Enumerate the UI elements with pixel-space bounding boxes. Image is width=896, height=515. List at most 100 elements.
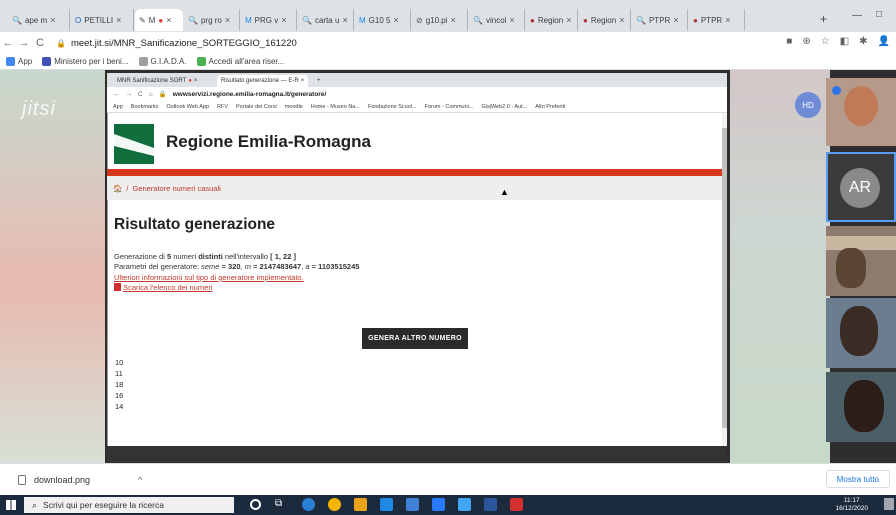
close-tab-icon[interactable]: ×: [509, 15, 514, 25]
cortana-icon[interactable]: [250, 499, 261, 510]
task-view-icon[interactable]: ⧉: [275, 498, 288, 511]
notification-icon[interactable]: [884, 498, 894, 510]
inner-new-tab-button[interactable]: +: [313, 75, 325, 87]
outer-tab[interactable]: M G10 5 ×: [355, 9, 411, 31]
zoom-icon[interactable]: ⊕: [802, 36, 810, 47]
outlook-icon[interactable]: [458, 498, 471, 511]
acrobat-icon[interactable]: [510, 498, 523, 511]
inner-bookmark-item[interactable]: moodle: [285, 104, 303, 110]
info-link[interactable]: Ulteriori informazioni sul tipo di gener…: [114, 273, 304, 282]
site-title[interactable]: Regione Emilia-Romagna: [166, 132, 371, 152]
windows-start-icon[interactable]: [6, 500, 16, 510]
inner-bookmark-item[interactable]: GisjWeb2.0 - Aut...: [481, 104, 527, 110]
mail-icon[interactable]: [432, 498, 445, 511]
participant-thumbnail[interactable]: [826, 78, 896, 146]
tab-label: vincol: [485, 15, 507, 25]
inner-bookmark-item[interactable]: Home - Museo Na...: [311, 104, 360, 110]
store-icon[interactable]: [406, 498, 419, 511]
scrollbar-thumb[interactable]: [722, 128, 727, 428]
close-tab-icon[interactable]: ×: [225, 15, 230, 25]
home-icon[interactable]: 🏠: [113, 184, 122, 193]
inner-bookmark-item[interactable]: Outlook Web App: [166, 104, 209, 110]
hd-quality-badge[interactable]: HD: [795, 92, 821, 118]
close-tab-icon[interactable]: ×: [116, 15, 121, 25]
inner-bookmark-item[interactable]: Forum - Communi...: [425, 104, 474, 110]
tab-label: ape m: [24, 15, 48, 25]
outer-tab[interactable]: O PETILLI ×: [71, 9, 134, 31]
new-tab-button[interactable]: +: [820, 12, 827, 26]
lock-icon: 🔒: [158, 91, 167, 98]
minimize-button[interactable]: —: [852, 10, 862, 21]
outer-tab[interactable]: ● Region ×: [526, 9, 578, 31]
breadcrumb-link[interactable]: Generatore numeri casuali: [132, 184, 220, 193]
close-tab-icon[interactable]: ×: [50, 15, 55, 25]
edge-icon[interactable]: [302, 498, 315, 511]
outer-tab-active[interactable]: ✎ M ● ×: [135, 9, 183, 31]
close-tab-icon[interactable]: ×: [451, 15, 456, 25]
participant-thumbnail[interactable]: [826, 372, 896, 442]
close-tab-icon[interactable]: ×: [342, 15, 347, 25]
chevron-up-icon[interactable]: ^: [138, 475, 142, 485]
outer-tab[interactable]: ● Region ×: [579, 9, 631, 31]
reload-icon[interactable]: C: [138, 91, 143, 98]
file-explorer-icon[interactable]: [354, 498, 367, 511]
breadcrumb: 🏠 / Generatore numeri casuali: [107, 176, 722, 200]
outer-tab[interactable]: M PRG v ×: [241, 9, 297, 31]
maximize-button[interactable]: □: [876, 9, 882, 20]
show-all-button[interactable]: Mostra tutto: [825, 470, 890, 488]
taskbar-search[interactable]: ⌕ Scrivi qui per eseguire la ricerca: [24, 497, 234, 513]
inner-bookmark-item[interactable]: App: [113, 104, 123, 110]
close-tab-icon[interactable]: ×: [725, 15, 730, 25]
close-tab-icon[interactable]: ×: [166, 15, 171, 25]
forward-icon[interactable]: →: [126, 91, 133, 98]
outer-tab[interactable]: ⊘ g10.pi ×: [412, 9, 468, 31]
outer-url-field[interactable]: 🔒 meet.jit.si/MNR_Sanificazione_SORTEGGI…: [56, 38, 297, 49]
tab-favicon-icon: ●: [693, 15, 698, 25]
close-tab-icon[interactable]: ×: [566, 15, 571, 25]
bookmark-item[interactable]: Ministero per i beni...: [42, 57, 129, 66]
inner-url-text[interactable]: wwwservizi.regione.emilia-romagna.it/gen…: [173, 91, 327, 98]
inner-bookmark-item[interactable]: RFV: [217, 104, 228, 110]
close-tab-icon[interactable]: ×: [393, 15, 398, 25]
outer-tab[interactable]: ● PTPR ×: [689, 9, 745, 31]
download-item[interactable]: download.png ^: [18, 474, 142, 485]
word-icon[interactable]: [484, 498, 497, 511]
camera-icon[interactable]: ■: [786, 36, 792, 47]
bookmark-item[interactable]: Accedi all'area riser...: [196, 57, 284, 66]
outer-tab[interactable]: 🔍 carta u ×: [298, 9, 354, 31]
close-tab-icon[interactable]: ×: [673, 15, 678, 25]
ie-icon[interactable]: [380, 498, 393, 511]
reload-icon[interactable]: C: [32, 37, 48, 49]
tab-label: carta u: [314, 15, 340, 25]
inner-tab[interactable]: MNR Sanificazione SORT ● ×: [113, 75, 201, 87]
outer-tab[interactable]: 🔍 prg ro ×: [184, 9, 240, 31]
inner-bookmark-item[interactable]: Bookmarks: [131, 104, 159, 110]
extension-icon[interactable]: ◧: [840, 36, 849, 47]
bookmark-item[interactable]: App: [6, 57, 32, 66]
bookmark-item[interactable]: G.I.A.D.A.: [138, 57, 187, 66]
generate-again-button[interactable]: GENERA ALTRO NUMERO: [362, 328, 468, 349]
close-tab-icon[interactable]: ×: [281, 15, 286, 25]
chrome-icon[interactable]: [328, 498, 341, 511]
inner-address-bar: ← → C ⌂ 🔒 wwwservizi.regione.emilia-roma…: [107, 87, 727, 101]
outer-tab[interactable]: 🔍 vincol ×: [469, 9, 525, 31]
inner-bookmark-item[interactable]: Portale dei Corsi: [236, 104, 277, 110]
forward-icon[interactable]: →: [16, 37, 32, 49]
home-icon[interactable]: ⌂: [149, 91, 153, 98]
profile-icon[interactable]: 👤: [878, 36, 890, 47]
inner-bookmark-item[interactable]: Altri Preferiti: [535, 104, 565, 110]
participant-thumbnail[interactable]: [826, 298, 896, 368]
taskbar-clock[interactable]: 11:17 16/12/2020: [835, 497, 868, 513]
puzzle-icon[interactable]: ✱: [859, 36, 867, 47]
close-tab-icon[interactable]: ×: [619, 15, 624, 25]
outer-url-text: meet.jit.si/MNR_Sanificazione_SORTEGGIO_…: [70, 37, 297, 49]
outer-tab[interactable]: 🔍 PTPR ×: [632, 9, 688, 31]
participant-thumbnail[interactable]: [826, 226, 896, 296]
inner-tab-active[interactable]: Risultato generazione — E-R ×: [217, 75, 309, 87]
download-list-link[interactable]: Scarica l'elenco dei numeri: [114, 283, 213, 292]
outer-tab[interactable]: 🔍 ape m ×: [8, 9, 70, 31]
inner-bookmark-item[interactable]: Fondazione Scuol...: [368, 104, 417, 110]
back-icon[interactable]: ←: [0, 37, 16, 49]
back-icon[interactable]: ←: [113, 91, 120, 98]
star-icon[interactable]: ☆: [821, 36, 830, 47]
